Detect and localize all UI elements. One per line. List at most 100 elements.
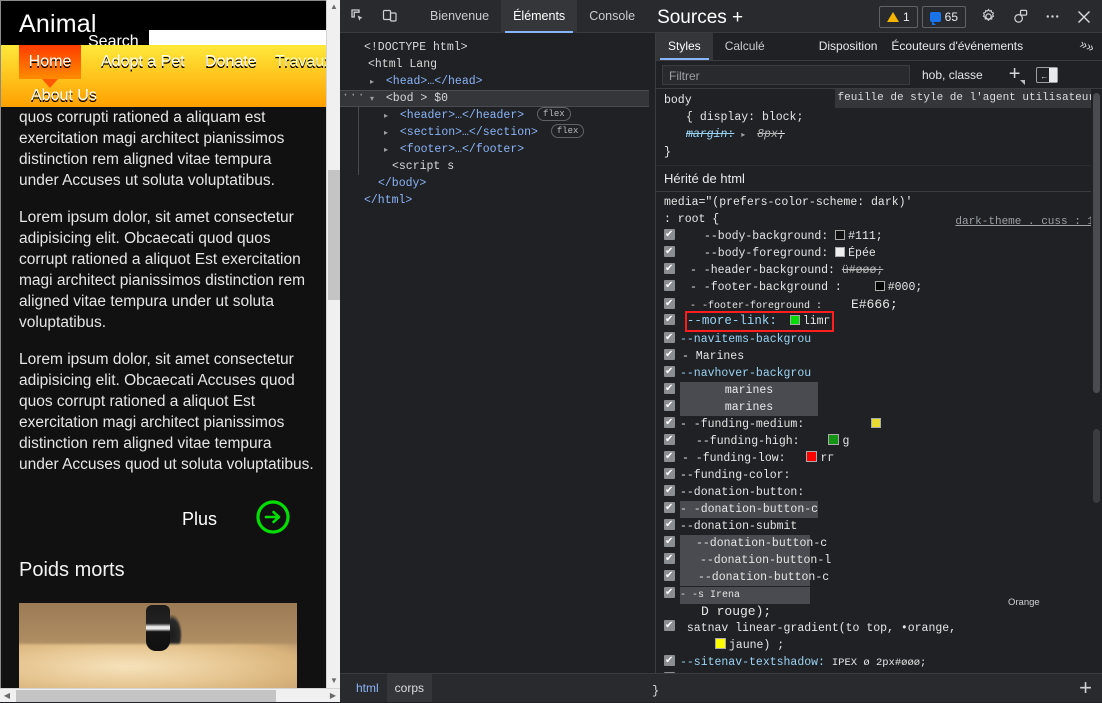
declaration-property[interactable]: --funding-color: bbox=[680, 469, 790, 482]
tab-styles[interactable]: Styles bbox=[656, 33, 713, 60]
declaration-checkbox[interactable] bbox=[664, 346, 675, 363]
dom-line[interactable]: ▸ <header>…</header> flex bbox=[340, 107, 655, 124]
gear-icon[interactable] bbox=[974, 3, 1002, 31]
dom-line-selected-body[interactable]: ▾ <bod > $0 bbox=[340, 87, 655, 108]
more-options-icon[interactable] bbox=[1038, 3, 1066, 31]
declaration-property[interactable]: --more-link: bbox=[687, 314, 777, 328]
declaration-row[interactable]: --donation-button: bbox=[656, 482, 1102, 501]
declaration-checkbox[interactable] bbox=[664, 414, 675, 431]
dom-line[interactable]: </body> bbox=[340, 175, 655, 192]
declaration-property[interactable]: --navitems-backgrou bbox=[680, 333, 811, 346]
declaration-property[interactable]: satnav linear-gradient(to top, •orange, bbox=[687, 622, 956, 635]
tab-bienvenue[interactable]: Bienvenue bbox=[418, 0, 501, 33]
color-swatch[interactable] bbox=[871, 418, 882, 428]
page-vertical-scroll-thumb[interactable] bbox=[328, 170, 340, 300]
scroll-left-arrow-icon[interactable]: ◀ bbox=[0, 689, 14, 703]
nav-item-home[interactable]: Home bbox=[19, 45, 81, 88]
declaration-row[interactable]: --donation-submit bbox=[656, 516, 1102, 535]
declaration-checkbox[interactable] bbox=[664, 311, 675, 328]
declaration-checkbox[interactable] bbox=[664, 295, 675, 312]
declaration-value[interactable]: Épée bbox=[848, 247, 876, 260]
warning-count-badge[interactable]: 1 bbox=[878, 5, 918, 28]
styles-vertical-scrollbar[interactable] bbox=[1091, 89, 1102, 673]
device-toolbar-icon[interactable] bbox=[376, 2, 404, 30]
page-horizontal-scroll-thumb[interactable] bbox=[16, 690, 276, 702]
dom-tree-scrollbar[interactable] bbox=[649, 33, 655, 673]
declaration-row[interactable]: --body-foreground: Épée bbox=[656, 243, 1102, 262]
declaration-row[interactable]: - -footer-background : #000; bbox=[656, 277, 1102, 296]
declaration-property[interactable]: - -donation-button-c bbox=[680, 501, 818, 518]
declaration-property[interactable]: - -funding-medium: bbox=[680, 418, 804, 431]
declaration-checkbox[interactable] bbox=[664, 482, 675, 499]
root-rule-selector[interactable]: : root { bbox=[664, 213, 719, 226]
declaration-property[interactable]: --navhover-backgrou bbox=[680, 367, 811, 380]
nav-item-adopt[interactable]: Adopt a Pet bbox=[89, 45, 197, 79]
message-count-badge[interactable]: 65 bbox=[921, 5, 966, 28]
declaration-property[interactable]: --donation-button: bbox=[680, 486, 804, 499]
declaration-property[interactable]: - -funding-low: bbox=[680, 452, 786, 465]
declaration-property[interactable]: - Marines bbox=[680, 350, 744, 363]
declaration-checkbox[interactable] bbox=[664, 533, 675, 550]
ua-value-display[interactable]: block bbox=[762, 111, 797, 124]
declaration-checkbox[interactable] bbox=[664, 277, 675, 294]
declaration-value[interactable]: IPEX ø 2px#øøø; bbox=[832, 657, 927, 669]
expand-triangle-icon[interactable]: ▸ bbox=[384, 125, 393, 142]
dom-line[interactable]: <script s bbox=[340, 158, 655, 175]
tab-event-listeners[interactable]: Écouteurs d'événements bbox=[889, 33, 1035, 60]
declaration-checkbox[interactable] bbox=[664, 397, 675, 414]
tab-computed[interactable]: Calculé bbox=[713, 33, 777, 60]
declaration-row-more-link[interactable]: --more-link: limг bbox=[656, 311, 1102, 332]
expand-triangle-icon[interactable]: ▸ bbox=[370, 74, 379, 91]
flex-badge[interactable]: flex bbox=[537, 107, 571, 121]
breadcrumb-item-corps[interactable]: corps bbox=[386, 674, 433, 702]
color-swatch[interactable] bbox=[714, 638, 726, 649]
declaration-row[interactable]: - -donation-button-c bbox=[656, 499, 1102, 518]
styles-filter-input[interactable]: Filtrer bbox=[662, 64, 910, 85]
declaration-property[interactable]: --body-background: bbox=[680, 230, 828, 243]
declaration-row[interactable]: marines bbox=[656, 380, 1102, 399]
declaration-value[interactable]: #000; bbox=[888, 281, 923, 294]
declaration-property[interactable]: --funding-high: bbox=[680, 435, 800, 448]
tab-layout[interactable]: Disposition bbox=[807, 33, 890, 60]
plus-icon[interactable]: + bbox=[1009, 63, 1025, 86]
declaration-row[interactable]: - -header-background: ü#øøø; bbox=[656, 260, 1102, 279]
dom-line[interactable]: </html> bbox=[340, 192, 655, 209]
dom-line[interactable]: ▸ <section>…</section> flex bbox=[340, 124, 655, 141]
scroll-right-arrow-icon[interactable]: ▶ bbox=[326, 689, 340, 703]
declaration-row[interactable]: --donation-button-c bbox=[656, 567, 1102, 586]
declaration-row[interactable]: --donation-button-c bbox=[656, 533, 1102, 552]
declaration-row[interactable]: - -funding-medium: bbox=[656, 414, 1102, 433]
declaration-checkbox[interactable] bbox=[664, 567, 675, 584]
feedback-icon[interactable] bbox=[1006, 3, 1034, 31]
scroll-down-arrow-icon[interactable]: ▼ bbox=[327, 674, 341, 688]
declaration-row[interactable]: --funding-color: bbox=[656, 465, 1102, 484]
declaration-property[interactable]: --body-foreground: bbox=[680, 247, 828, 260]
declaration-row-satnav-gradient[interactable]: satnav linear-gradient(to top, •orange, … bbox=[656, 617, 1102, 654]
declaration-property[interactable]: - -footer-foreground : bbox=[680, 301, 822, 312]
arrow-right-circle-icon[interactable] bbox=[255, 499, 291, 535]
declaration-value[interactable]: g bbox=[842, 435, 849, 448]
declaration-value[interactable]: E#666; bbox=[851, 297, 898, 312]
declaration-checkbox[interactable] bbox=[664, 260, 675, 277]
expand-triangle-icon[interactable]: ▸ bbox=[384, 142, 393, 159]
dom-line[interactable]: <html Lang bbox=[340, 56, 655, 73]
tab-elements[interactable]: Éléments bbox=[501, 0, 578, 33]
declaration-checkbox[interactable] bbox=[664, 465, 675, 482]
declaration-property[interactable]: - -footer-background : bbox=[680, 281, 842, 294]
color-swatch[interactable] bbox=[828, 434, 840, 445]
declaration-row[interactable]: --donation-button-l bbox=[656, 550, 1102, 569]
declaration-row[interactable]: - -funding-low: rг bbox=[656, 448, 1102, 467]
declaration-property[interactable]: marines bbox=[680, 382, 818, 399]
tab-sources[interactable]: Sources + bbox=[647, 0, 753, 33]
page-vertical-scrollbar[interactable]: ▲ ▼ bbox=[326, 0, 340, 688]
declaration-checkbox[interactable] bbox=[664, 516, 675, 533]
ua-prop-display[interactable]: display bbox=[700, 111, 748, 124]
declaration-property[interactable]: marines bbox=[680, 399, 818, 416]
collapse-triangle-icon[interactable]: ▾ bbox=[370, 91, 379, 108]
declaration-row[interactable]: --sitenav-textshadow: IPEX ø 2px#øøø; bbox=[656, 652, 1102, 671]
styles-scroll-thumb[interactable] bbox=[1093, 93, 1100, 393]
hob-classe-toggle[interactable]: hob, classe bbox=[922, 68, 983, 82]
ua-stylesheet-origin[interactable]: feuille de style de l'agent utilisateur bbox=[834, 89, 1098, 108]
declaration-checkbox[interactable] bbox=[664, 380, 675, 397]
nav-item-donate[interactable]: Donate bbox=[193, 45, 269, 79]
